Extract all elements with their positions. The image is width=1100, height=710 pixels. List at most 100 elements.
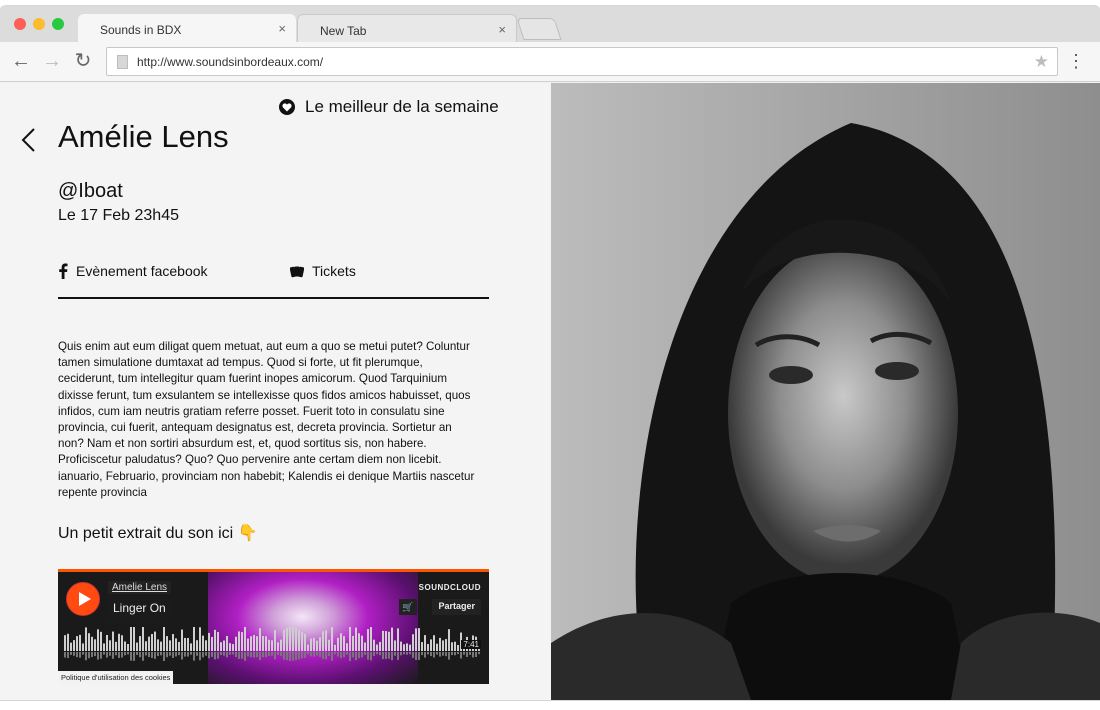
waveform-reflection — [241, 652, 243, 659]
waveform-bar — [163, 627, 165, 651]
minimize-window-button[interactable] — [33, 18, 45, 30]
waveform-bar — [145, 641, 147, 651]
track-title[interactable]: Linger On — [108, 599, 171, 617]
back-arrow-icon[interactable]: ← — [10, 50, 32, 72]
waveform-bar — [352, 635, 354, 651]
waveform-bar — [193, 627, 195, 651]
tab-label: New Tab — [320, 24, 367, 38]
url-text[interactable]: http://www.soundsinbordeaux.com/ — [137, 55, 323, 69]
waveform-reflection — [217, 652, 219, 659]
waveform-reflection — [247, 652, 249, 657]
waveform-bar — [187, 637, 189, 651]
waveform-reflection — [343, 652, 345, 658]
new-tab-button[interactable] — [516, 18, 562, 40]
soundcloud-logo[interactable]: SOUNDCLOUD — [419, 583, 481, 592]
waveform-reflection — [412, 652, 414, 658]
chevron-left-icon[interactable] — [20, 127, 38, 153]
waveform-reflection — [463, 652, 465, 655]
waveform-reflection — [205, 652, 207, 656]
maximize-window-button[interactable] — [52, 18, 64, 30]
waveform-reflection — [238, 652, 240, 659]
waveform-bar — [430, 639, 432, 651]
waveform-reflection — [439, 652, 441, 657]
waveform-bar — [298, 630, 300, 651]
address-bar[interactable]: http://www.soundsinbordeaux.com/ ★ — [106, 47, 1058, 76]
waveform-bar — [409, 644, 411, 651]
waveform-reflection — [376, 652, 378, 655]
waveform-reflection — [403, 652, 405, 655]
waveform-bar — [400, 641, 402, 651]
waveform-bar — [253, 635, 255, 651]
artist-portrait-image — [551, 83, 1100, 700]
best-of-week[interactable]: Le meilleur de la semaine — [279, 97, 499, 117]
waveform-reflection — [310, 652, 312, 657]
soundcloud-player[interactable]: Amelie Lens Linger On SOUNDCLOUD 🛒 Parta… — [58, 569, 489, 684]
waveform-bar — [337, 637, 339, 651]
waveform-reflection — [163, 652, 165, 661]
waveform-reflection — [385, 652, 387, 659]
waveform-reflection — [64, 652, 66, 658]
waveform-reflection — [196, 652, 198, 656]
waveform-bar — [121, 635, 123, 651]
waveform-reflection — [325, 652, 327, 660]
waveform-reflection — [472, 652, 474, 658]
waveform-bar — [118, 633, 120, 651]
waveform-bar — [172, 634, 174, 651]
waveform-reflection — [430, 652, 432, 657]
artist-photo — [551, 83, 1100, 700]
facebook-event-link[interactable]: Evènement facebook — [58, 263, 208, 279]
waveform-bar — [142, 627, 144, 651]
waveform-bar — [169, 640, 171, 651]
waveform-reflection — [94, 652, 96, 657]
waveform-reflection — [349, 652, 351, 662]
waveform-reflection — [340, 652, 342, 659]
forward-arrow-icon[interactable]: → — [41, 50, 63, 72]
waveform-reflection — [298, 652, 300, 660]
waveform-bar — [154, 631, 156, 651]
waveform-reflection — [208, 652, 210, 659]
event-date: Le 17 Feb 23h45 — [58, 207, 179, 224]
reload-icon[interactable]: ↻ — [72, 50, 94, 72]
waveform-reflection — [160, 652, 162, 656]
waveform-reflection — [232, 652, 234, 655]
browser-menu-icon[interactable]: ⋮ — [1066, 51, 1086, 73]
waveform-bar — [271, 640, 273, 651]
waveform-reflection — [466, 652, 468, 657]
buy-cart-icon[interactable]: 🛒 — [399, 599, 417, 615]
play-button[interactable] — [66, 582, 100, 616]
waveform-bar — [184, 637, 186, 651]
waveform-reflection — [418, 652, 420, 661]
waveform-bar — [181, 629, 183, 651]
waveform-bar — [403, 644, 405, 651]
tab-new-tab[interactable]: New Tab × — [297, 14, 517, 42]
waveform-bar — [325, 630, 327, 651]
waveform-bar — [340, 633, 342, 651]
tab-close-icon[interactable]: × — [278, 21, 286, 36]
tab-sounds-in-bdx[interactable]: Sounds in BDX × — [78, 14, 296, 42]
waveform-bar — [391, 627, 393, 651]
waveform-reflection — [448, 652, 450, 660]
waveform-bar — [112, 631, 114, 651]
waveform-reflection — [271, 652, 273, 656]
waveform-bar — [361, 635, 363, 651]
bookmark-star-icon[interactable]: ★ — [1034, 52, 1049, 72]
close-window-button[interactable] — [14, 18, 26, 30]
waveform-bar — [151, 633, 153, 651]
waveform-reflection — [469, 652, 471, 655]
waveform-bar — [346, 643, 348, 651]
waveform-bar — [100, 631, 102, 651]
tab-close-icon[interactable]: × — [498, 22, 506, 37]
tickets-link[interactable]: Tickets — [290, 263, 356, 279]
waveform-bar — [94, 639, 96, 651]
share-button[interactable]: Partager — [432, 599, 481, 615]
artist-link[interactable]: Amelie Lens — [108, 581, 172, 594]
waveform[interactable] — [64, 627, 482, 667]
waveform-bar — [85, 627, 87, 651]
waveform-bar — [166, 636, 168, 651]
waveform-reflection — [133, 652, 135, 661]
page-icon — [117, 55, 128, 69]
cookies-policy-link[interactable]: Politique d'utilisation des cookies — [58, 671, 174, 684]
waveform-reflection — [124, 652, 126, 656]
waveform-reflection — [181, 652, 183, 660]
waveform-reflection — [169, 652, 171, 656]
